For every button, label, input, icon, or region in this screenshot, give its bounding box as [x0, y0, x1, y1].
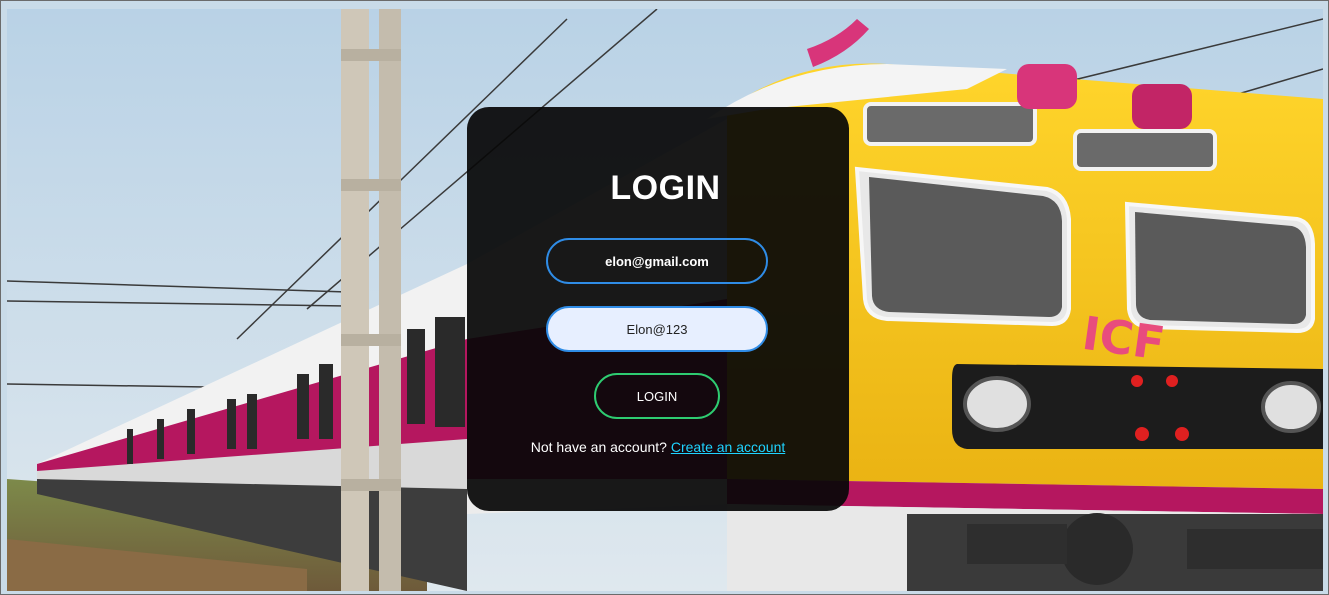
login-page: ICF LOGIN LOGIN Not have an accou [0, 0, 1329, 595]
create-account-link[interactable]: Create an account [671, 439, 785, 455]
password-input[interactable] [546, 306, 768, 352]
login-button[interactable]: LOGIN [594, 373, 720, 419]
login-title: LOGIN [610, 169, 721, 207]
svg-text:ICF: ICF [1079, 306, 1168, 371]
email-input[interactable] [546, 238, 768, 284]
signup-prompt-text: Not have an account? [530, 439, 667, 455]
signup-prompt-row: Not have an account? Create an account [467, 439, 849, 455]
